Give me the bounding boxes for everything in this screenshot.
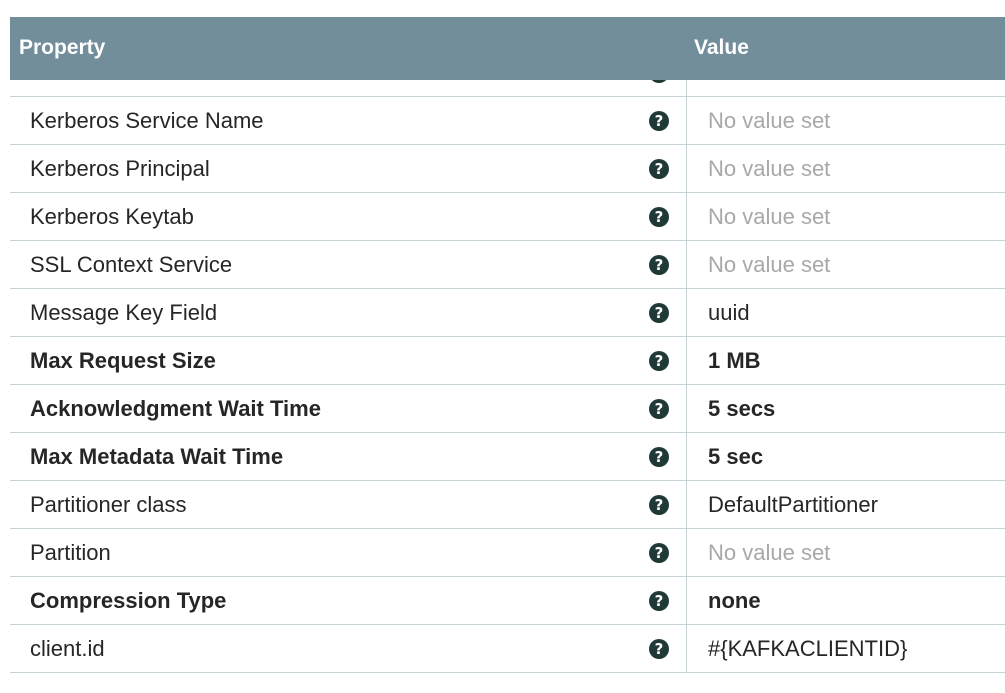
property-value[interactable]: uuid — [687, 300, 750, 326]
table-row[interactable]: Max Metadata Wait Time ? 5 sec — [10, 433, 1005, 481]
property-cell: Max Request Size ? — [10, 337, 687, 384]
properties-table: Property Value Kerberos Credentials Serv… — [10, 17, 1005, 677]
property-name: Max Metadata Wait Time — [30, 443, 284, 469]
question-circle-icon[interactable]: ? — [649, 446, 669, 467]
value-column-header[interactable]: Value — [694, 36, 749, 60]
table-row[interactable]: Message Key Field ? uuid — [10, 289, 1005, 337]
question-circle-icon[interactable]: ? — [649, 254, 669, 275]
table-row[interactable]: client.id ? #{KAFKACLIENTID} — [10, 625, 1005, 673]
question-circle-icon[interactable]: ? — [649, 398, 669, 419]
question-circle-icon[interactable]: ? — [649, 350, 669, 371]
property-value[interactable]: No value set — [687, 540, 830, 566]
question-circle-icon[interactable]: ? — [649, 158, 669, 179]
property-column-header[interactable]: Property — [19, 36, 105, 60]
property-value[interactable]: DefaultPartitioner — [687, 492, 878, 518]
property-name: Acknowledgment Wait Time — [30, 395, 321, 421]
table-row[interactable]: SSL Context Service ? No value set — [10, 241, 1005, 289]
property-cell: Message Key Field ? — [10, 289, 687, 336]
property-name: Message Key Field — [30, 299, 218, 325]
property-name: Max Request Size — [30, 347, 216, 373]
question-circle-icon[interactable]: ? — [649, 302, 669, 323]
table-row[interactable]: Kerberos Keytab ? No value set — [10, 193, 1005, 241]
question-circle-icon[interactable]: ? — [649, 638, 669, 659]
property-value[interactable]: No value set — [687, 252, 830, 278]
property-value[interactable]: #{KAFKACLIENTID} — [687, 636, 907, 662]
property-name: Kerberos Principal — [30, 155, 210, 181]
property-name: Partition — [30, 539, 111, 565]
table-row[interactable]: Max Request Size ? 1 MB — [10, 337, 1005, 385]
table-row[interactable]: Partition ? No value set — [10, 529, 1005, 577]
property-name: Compression Type — [30, 587, 227, 613]
property-name: Partitioner class — [30, 491, 187, 517]
question-circle-icon[interactable]: ? — [649, 494, 669, 515]
property-cell: Kerberos Keytab ? — [10, 193, 687, 240]
property-name: Kerberos Keytab — [30, 203, 194, 229]
property-value[interactable]: 1 MB — [687, 348, 761, 374]
property-value[interactable]: No value set — [687, 108, 830, 134]
property-cell: Max Metadata Wait Time ? — [10, 433, 687, 480]
property-value[interactable]: 5 sec — [687, 444, 763, 470]
property-value[interactable]: No value set — [687, 156, 830, 182]
property-name: Kerberos Service Name — [30, 107, 264, 133]
property-cell: client.id ? — [10, 625, 687, 672]
table-row[interactable]: Kerberos Service Name ? No value set — [10, 97, 1005, 145]
property-cell: Acknowledgment Wait Time ? — [10, 385, 687, 432]
table-row[interactable]: Kerberos Principal ? No value set — [10, 145, 1005, 193]
property-name: SSL Context Service — [30, 251, 233, 277]
property-cell: Kerberos Principal ? — [10, 145, 687, 192]
question-circle-icon[interactable]: ? — [649, 542, 669, 563]
question-circle-icon[interactable]: ? — [649, 206, 669, 227]
property-cell: Partition ? — [10, 529, 687, 576]
table-header: Property Value — [10, 17, 1005, 80]
property-value[interactable]: 5 secs — [687, 396, 775, 422]
property-cell: Compression Type ? — [10, 577, 687, 624]
table-row[interactable]: Acknowledgment Wait Time ? 5 secs — [10, 385, 1005, 433]
question-circle-icon[interactable]: ? — [649, 590, 669, 611]
table-body: Kerberos Credentials Service ? No value … — [10, 49, 1005, 673]
property-cell: SSL Context Service ? — [10, 241, 687, 288]
property-value[interactable]: No value set — [687, 204, 830, 230]
property-value[interactable]: none — [687, 588, 761, 614]
property-cell: Partitioner class ? — [10, 481, 687, 528]
property-name: client.id — [30, 635, 105, 661]
table-row[interactable]: Partitioner class ? DefaultPartitioner — [10, 481, 1005, 529]
property-cell: Kerberos Service Name ? — [10, 97, 687, 144]
question-circle-icon[interactable]: ? — [649, 110, 669, 131]
table-row[interactable]: Compression Type ? none — [10, 577, 1005, 625]
